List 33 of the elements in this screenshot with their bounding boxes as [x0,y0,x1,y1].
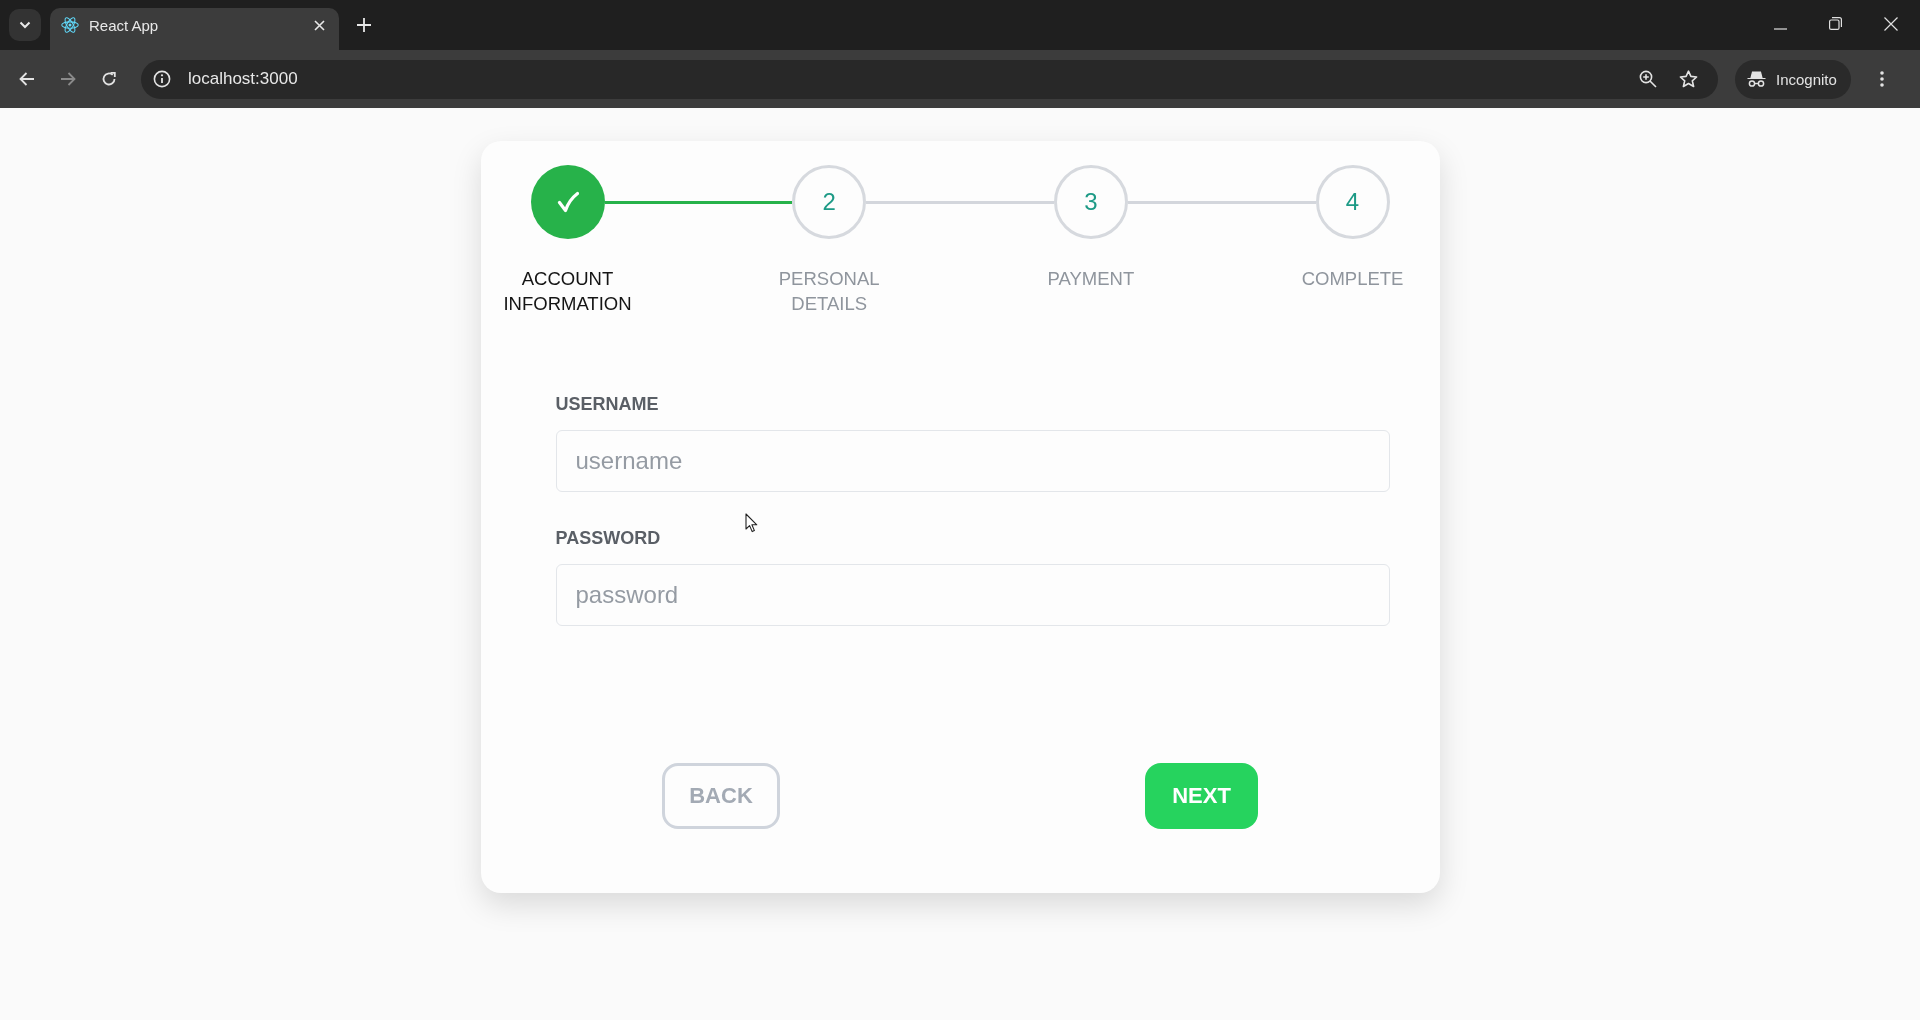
step-number-circle: 3 [1053,165,1128,239]
incognito-button[interactable]: Incognito [1735,59,1851,99]
browser-tab[interactable]: React App [50,8,339,50]
chevron-down-icon [19,21,31,29]
step-label: ACCOUNT INFORMATION [502,267,633,316]
close-icon[interactable] [314,19,325,31]
input-field[interactable]: username [555,430,1390,492]
address-bar[interactable]: localhost:3000 [141,59,1718,99]
reload-icon[interactable] [101,71,117,87]
menu-icon[interactable] [1879,71,1884,87]
close-icon[interactable] [1884,17,1898,31]
step-label: COMPLETE [1300,267,1405,291]
back-arrow-icon[interactable] [19,72,35,86]
tab-title: React App [89,16,160,34]
zoom-in-icon[interactable] [1639,70,1657,88]
check-icon [556,191,579,213]
step-number-circle: 2 [792,165,867,239]
plus-icon[interactable] [357,18,371,32]
step-number-circle: 4 [1315,165,1390,239]
input-field[interactable]: password [555,564,1390,626]
field-label: USERNAME [555,394,659,415]
restore-icon[interactable] [1829,17,1842,30]
tab-search-button[interactable] [9,9,41,41]
atom-icon [61,16,79,34]
forward-arrow-icon[interactable] [60,72,76,86]
step-label: PERSONAL DETAILS [777,267,881,316]
info-icon[interactable] [153,70,171,88]
cursor-icon [745,513,758,533]
field-label: PASSWORD [555,528,661,549]
star-icon[interactable] [1679,70,1698,88]
hat-glasses-icon [1747,71,1766,87]
step-label: PAYMENT [1046,267,1136,291]
url-text: localhost:3000 [188,69,298,89]
